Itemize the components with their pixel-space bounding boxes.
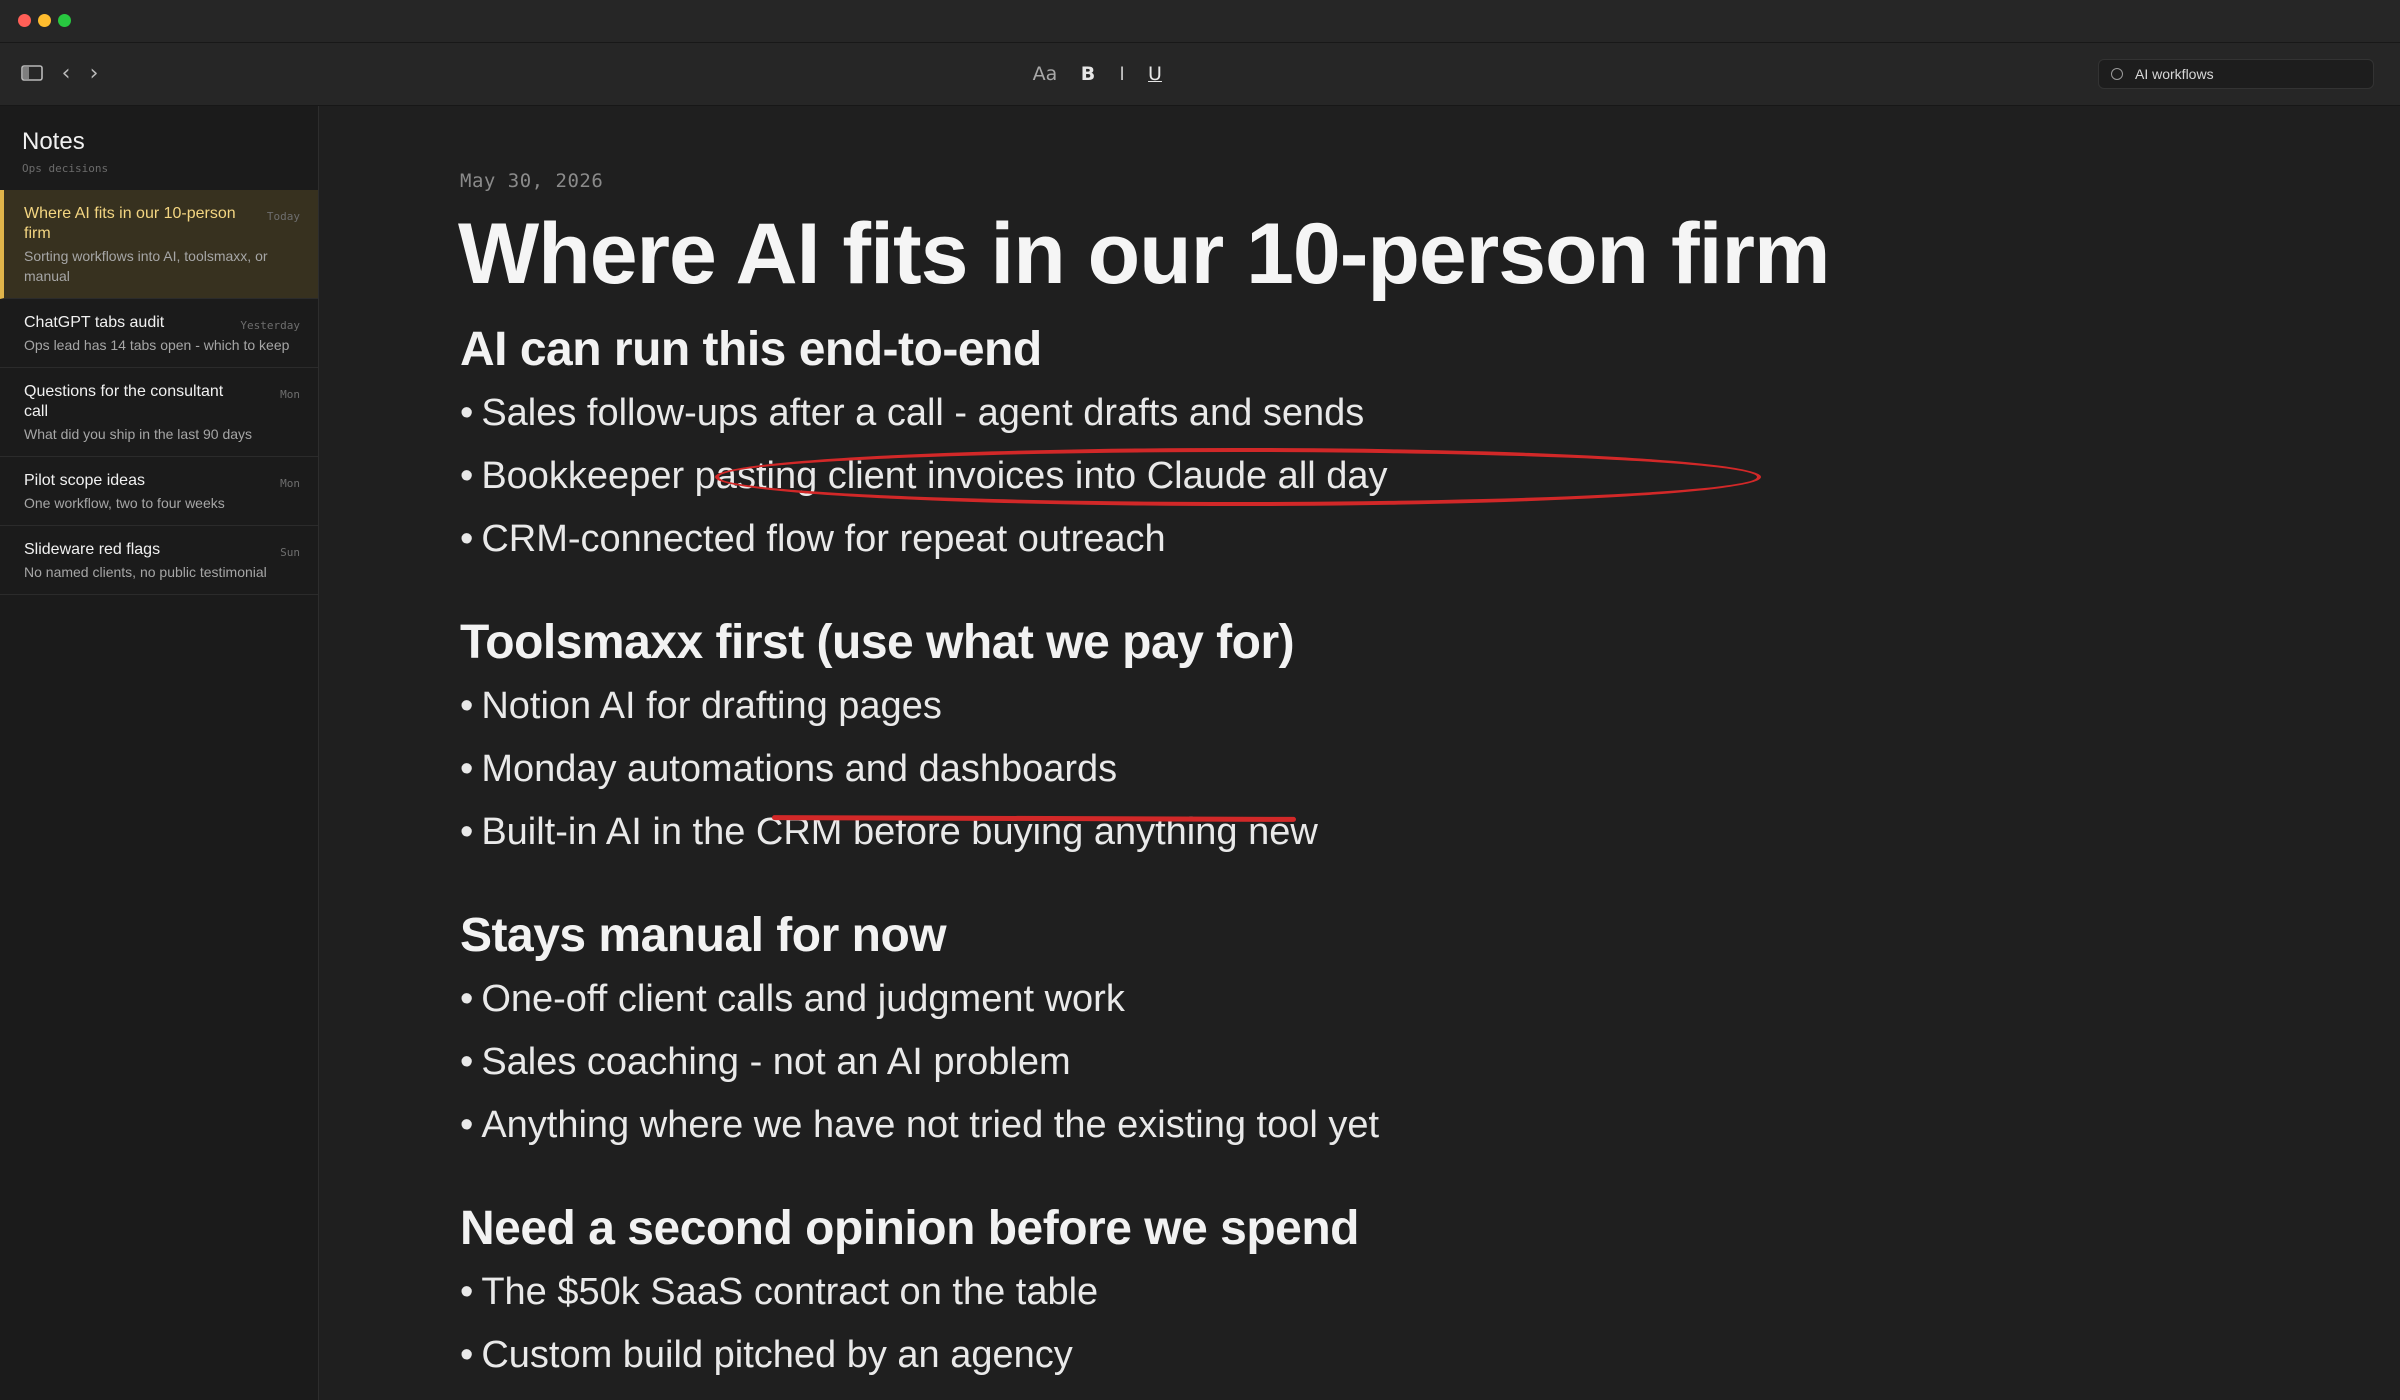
search-icon — [2111, 68, 2123, 80]
note-editor[interactable]: May 30, 2026 Where AI fits in our 10-per… — [319, 106, 2400, 1400]
bullet-dot: • — [460, 1104, 474, 1146]
note-section: Need a second opinion before we spend • T… — [460, 1197, 2260, 1387]
note-preview: No named clients, no public testimonial — [24, 564, 267, 580]
bullet-dot: • — [460, 1271, 474, 1313]
note-section: Toolsmaxx first (use what we pay for) • N… — [460, 611, 2260, 864]
note-preview: Ops lead has 14 tabs open - which to kee… — [24, 337, 290, 353]
bullet-dot: • — [460, 518, 474, 560]
bullet-text: Anything where we have not tried the exi… — [481, 1104, 1380, 1146]
minimize-window-button[interactable] — [38, 14, 51, 27]
bullet-item: • Custom build pitched by an agency — [460, 1324, 2260, 1387]
bullet-item: • Monday automations and dashboards — [460, 738, 2260, 801]
note-date: Today — [266, 210, 300, 223]
title-bar — [0, 0, 2400, 43]
sidebar-subtitle: Ops decisions — [22, 162, 109, 175]
note-date: Yesterday — [240, 319, 300, 332]
note-list-item[interactable]: Where AI fits in our 10-person firm Toda… — [0, 190, 318, 299]
section-heading: Need a second opinion before we spend — [460, 1202, 1359, 1255]
bullet-text: CRM-connected flow for repeat outreach — [481, 518, 1166, 560]
bullet-text: Sales coaching - not an AI problem — [481, 1041, 1071, 1083]
bullet-dot: • — [460, 392, 474, 434]
bullet-item: • One-off client calls and judgment work — [460, 968, 2260, 1031]
bullet-item: • Bookkeeper pasting client invoices into… — [460, 445, 2260, 508]
bullet-dot: • — [460, 748, 474, 790]
bullet-dot: • — [460, 1041, 474, 1083]
bullet-text: Sales follow-ups after a call - agent dr… — [481, 392, 1365, 434]
note-title: Slideware red flags — [24, 541, 161, 558]
search-input[interactable] — [2135, 66, 2355, 82]
note-body: AI can run this end-to-end • Sales follow… — [460, 318, 2260, 1400]
section-heading: Stays manual for now — [460, 909, 947, 962]
forward-arrow-icon[interactable]: › — [84, 57, 104, 89]
bullet-item: • Sales coaching - not an AI problem — [460, 1031, 2260, 1094]
bullet-text: Monday automations and dashboards — [481, 748, 1118, 790]
note-list: Where AI fits in our 10-person firm Toda… — [0, 190, 318, 595]
bullet-list: • Sales follow-ups after a call - agent d… — [460, 382, 2260, 571]
note-title: Pilot scope ideas — [24, 472, 145, 489]
note-preview: What did you ship in the last 90 days — [24, 426, 253, 442]
note-list-item[interactable]: Slideware red flags Sun No named clients… — [0, 526, 318, 595]
bullet-item: • The $50k SaaS contract on the table — [460, 1261, 2260, 1324]
back-arrow-icon[interactable]: ‹ — [56, 57, 76, 89]
bullet-text: Built-in AI in the CRM before buying any… — [481, 811, 1318, 853]
note-list-item[interactable]: Pilot scope ideas Mon One workflow, two … — [0, 457, 318, 526]
note-date: Mon — [280, 477, 300, 490]
note-title: Where AI fits in our 10-person firm — [24, 205, 236, 242]
search-box[interactable] — [2098, 59, 2374, 89]
note-section: AI can run this end-to-end • Sales follow… — [460, 318, 2260, 571]
note-title: Questions for the consultant call — [24, 383, 224, 420]
bullet-dot: • — [460, 1334, 474, 1376]
bullet-list: • The $50k SaaS contract on the table • Cu… — [460, 1261, 2260, 1387]
bullet-text: One-off client calls and judgment work — [481, 978, 1125, 1020]
section-heading: AI can run this end-to-end — [460, 323, 1042, 376]
bullet-item: • CRM-connected flow for repeat outreach — [460, 508, 2260, 571]
bullet-dot: • — [460, 978, 474, 1020]
note-list-item[interactable]: Questions for the consultant call Mon Wh… — [0, 368, 318, 457]
bullet-text: Bookkeeper pasting client invoices into … — [481, 455, 1388, 497]
note-preview: Sorting workflows into AI, toolsmaxx, or… — [24, 248, 268, 284]
underline-button[interactable]: U — [1144, 59, 1166, 89]
bullet-text: Notion AI for drafting pages — [481, 685, 942, 727]
sidebar-title: Notes — [22, 128, 85, 155]
notes-app-window: ‹ › Aa B I U Notes Ops decisions Where A… — [0, 0, 2400, 1400]
bullet-dot: • — [460, 455, 474, 497]
zoom-window-button[interactable] — [58, 14, 71, 27]
bullet-list: • One-off client calls and judgment work … — [460, 968, 2260, 1157]
note-list-item[interactable]: ChatGPT tabs audit Yesterday Ops lead ha… — [0, 299, 318, 368]
toolbar: ‹ › Aa B I U — [0, 43, 2400, 106]
note-section: Stays manual for now • One-off client cal… — [460, 904, 2260, 1157]
notes-sidebar: Notes Ops decisions Where AI fits in our… — [0, 106, 319, 1400]
bullet-text: The $50k SaaS contract on the table — [481, 1271, 1099, 1313]
bullet-text: Custom build pitched by an agency — [481, 1334, 1073, 1376]
note-preview: One workflow, two to four weeks — [24, 495, 225, 511]
bullet-item: • Built-in AI in the CRM before buying an… — [460, 801, 2260, 864]
italic-button[interactable]: I — [1112, 59, 1132, 89]
bold-button[interactable]: B — [1078, 59, 1098, 89]
note-date: Sun — [280, 546, 300, 559]
font-style-button[interactable]: Aa — [1030, 59, 1060, 89]
close-window-button[interactable] — [18, 14, 31, 27]
bullet-dot: • — [460, 685, 474, 727]
section-heading: Toolsmaxx first (use what we pay for) — [460, 616, 1295, 669]
bullet-list: • Notion AI for drafting pages • Monday au… — [460, 675, 2260, 864]
note-date: Mon — [280, 388, 300, 401]
note-title: ChatGPT tabs audit — [24, 314, 165, 331]
bullet-item: • Anything where we have not tried the ex… — [460, 1094, 2260, 1157]
note-date-header: May 30, 2026 — [460, 170, 604, 192]
bullet-dot: • — [460, 811, 474, 853]
bullet-item: • Notion AI for drafting pages — [460, 675, 2260, 738]
note-title-heading: Where AI fits in our 10-person firm — [458, 206, 1830, 302]
bullet-item: • Sales follow-ups after a call - agent d… — [460, 382, 2260, 445]
sidebar-toggle-icon[interactable] — [16, 57, 48, 89]
